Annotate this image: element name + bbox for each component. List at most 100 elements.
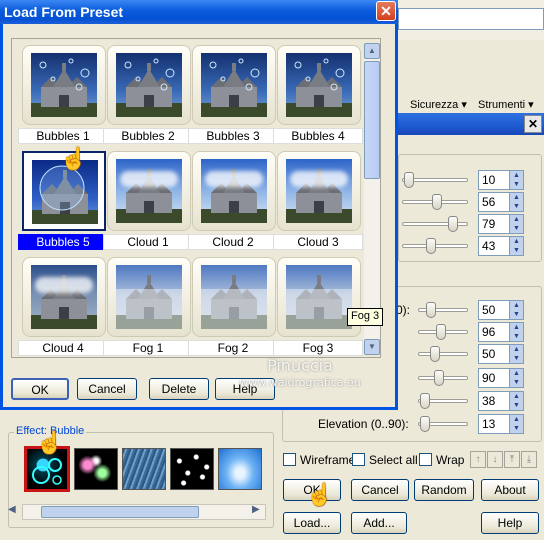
spinner-arrows-icon[interactable]: ▲ ▼ [509,171,523,189]
preset-thumbnail[interactable] [277,45,361,125]
effect-thumb-rain[interactable] [122,448,166,490]
preset-gallery: Bubbles 1 Bubbles 2 Bubbles 3 Bubbles 4 [11,38,381,358]
slider-thumb[interactable] [420,393,430,409]
preset-thumbnail[interactable] [192,45,276,125]
preset-thumbnail[interactable] [22,45,106,125]
menu-sicurezza[interactable]: Sicurezza ▾ [410,98,467,111]
wireframe-checkbox[interactable]: Wireframe [283,453,355,467]
spinner-arrows-icon[interactable]: ▲ ▼ [509,323,523,341]
preset-label: Bubbles 1 [18,128,108,144]
value-spinner[interactable]: 90 ▲ ▼ [478,368,524,388]
scroll-down-icon[interactable]: ▼ [364,339,380,355]
slider-thumb[interactable] [432,194,442,210]
help-button[interactable]: Help [481,512,539,534]
preset-image [201,265,267,329]
value-spinner[interactable]: 43 ▲ ▼ [478,236,524,256]
arrow-top-icon[interactable]: ⤒ [504,451,520,468]
value-spinner[interactable]: 50 ▲ ▼ [478,344,524,364]
menu-strumenti[interactable]: Strumenti ▾ [478,98,534,111]
slider-track[interactable] [402,222,468,226]
preset-thumbnail[interactable] [192,151,276,231]
preset-label: Fog 2 [188,340,278,356]
effect-thumb-snow[interactable] [170,448,214,490]
preset-image [286,265,352,329]
slider-thumb[interactable] [448,216,458,232]
dialog-cancel-button[interactable]: Cancel [77,378,137,400]
value-spinner[interactable]: 10 ▲ ▼ [478,170,524,190]
menu-bar: Sicurezza ▾ Strumenti ▾ [398,96,544,114]
spinner-arrows-icon[interactable]: ▲ ▼ [509,237,523,255]
address-bar[interactable] [398,8,544,30]
arrow-down-icon[interactable]: ↓ [487,451,503,468]
effect-thumb-cloud[interactable] [218,448,262,490]
spinner-arrows-icon[interactable]: ▲ ▼ [509,415,523,433]
slider-row: 10 ▲ ▼ [398,170,544,190]
preset-thumbnail[interactable] [107,151,191,231]
spinner-arrows-icon[interactable]: ▲ ▼ [509,301,523,319]
wrap-checkbox[interactable]: Wrap [419,453,464,467]
slider-row: 90 ▲ ▼ [412,368,544,388]
checkbox-box[interactable] [352,453,365,466]
scroll-up-icon[interactable]: ▲ [364,43,380,59]
value-spinner[interactable]: 56 ▲ ▼ [478,192,524,212]
value-spinner[interactable]: 13 ▲ ▼ [478,414,524,434]
scroll-left-icon[interactable]: ◀ [8,504,16,515]
preset-label: Cloud 4 [18,340,108,356]
random-button[interactable]: Random [414,479,474,501]
slider-thumb[interactable] [404,172,414,188]
preset-thumbnail[interactable] [107,257,191,337]
slider-thumb[interactable] [426,302,436,318]
slider-row: 56 ▲ ▼ [398,192,544,212]
filter-panel-titlebar: ✕ [398,113,544,135]
slider-thumb[interactable] [434,370,444,386]
value-spinner[interactable]: 38 ▲ ▼ [478,391,524,411]
checkbox-box[interactable] [419,453,432,466]
select-all-checkbox[interactable]: Select all [352,453,418,467]
hscroll-thumb[interactable] [41,506,199,518]
cancel-button[interactable]: Cancel [351,479,409,501]
slider-row: 13 ▲ ▼ [412,414,544,434]
preset-label: Cloud 3 [273,234,363,250]
add-button[interactable]: Add... [351,512,407,534]
load-from-preset-dialog: Load From Preset ✕ Bubbles 1 Bubbles 2 B… [0,0,398,410]
spinner-arrows-icon[interactable]: ▲ ▼ [509,392,523,410]
preset-thumbnail[interactable] [107,45,191,125]
vscroll-thumb[interactable] [364,61,380,179]
effect-thumb-sparkle[interactable] [74,448,118,490]
spinner-arrows-icon[interactable]: ▲ ▼ [509,193,523,211]
load-button[interactable]: Load... [283,512,341,534]
slider-thumb[interactable] [426,238,436,254]
spinner-arrows-icon[interactable]: ▲ ▼ [509,345,523,363]
preset-image [116,53,182,117]
preset-image [286,53,352,117]
panel-close-button[interactable]: ✕ [524,115,542,133]
preset-tooltip: Fog 3 [347,308,384,326]
preset-label: Cloud 1 [103,234,193,250]
slider-thumb[interactable] [420,416,430,432]
value-spinner[interactable]: 96 ▲ ▼ [478,322,524,342]
about-button[interactable]: About [481,479,539,501]
preset-thumbnail[interactable] [192,257,276,337]
preset-thumbnail[interactable] [277,151,361,231]
arrow-up-icon[interactable]: ↑ [470,451,486,468]
close-icon[interactable]: ✕ [376,1,396,21]
preset-image [201,53,267,117]
dialog-title: Load From Preset [4,4,124,20]
dialog-ok-button[interactable]: OK [11,378,69,400]
watermark-url: www.waldrografica.eu [239,376,361,389]
value-spinner[interactable]: 50 ▲ ▼ [478,300,524,320]
effect-hscrollbar[interactable] [22,504,266,520]
checkbox-box[interactable] [283,453,296,466]
slider-thumb[interactable] [430,346,440,362]
value-spinner[interactable]: 79 ▲ ▼ [478,214,524,234]
slider-track[interactable] [418,352,468,356]
spinner-arrows-icon[interactable]: ▲ ▼ [509,215,523,233]
scroll-right-icon[interactable]: ▶ [252,504,260,515]
spinner-arrows-icon[interactable]: ▲ ▼ [509,369,523,387]
arrow-bottom-icon[interactable]: ⤓ [521,451,537,468]
preset-thumbnail[interactable] [22,257,106,337]
preset-image [116,159,182,223]
preset-image [31,53,97,117]
slider-thumb[interactable] [436,324,446,340]
dialog-titlebar[interactable]: Load From Preset ✕ [0,0,398,24]
